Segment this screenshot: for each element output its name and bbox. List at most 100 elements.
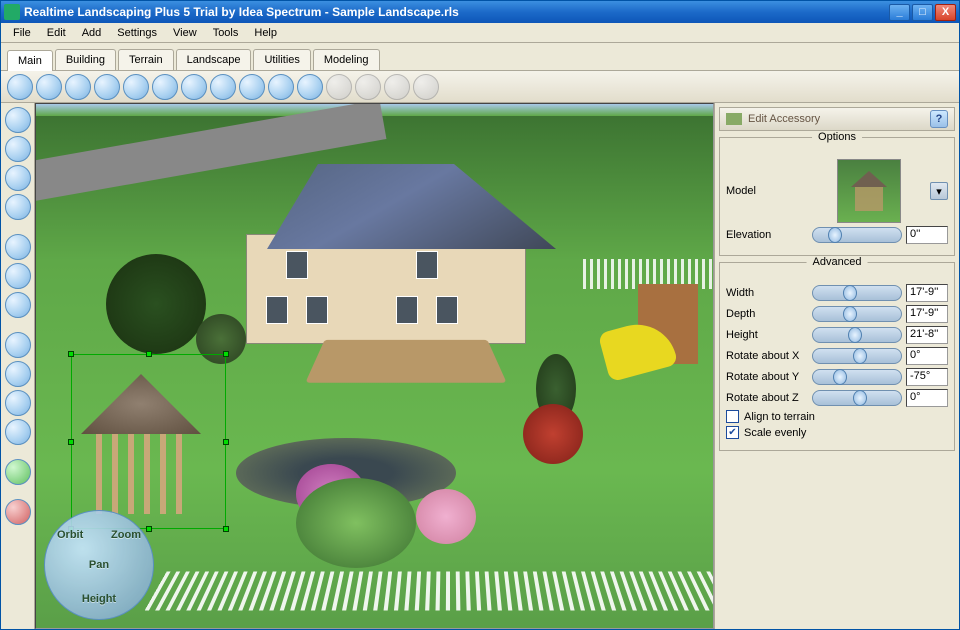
align-checkbox-row[interactable]: Align to terrain <box>726 410 948 423</box>
shape-tool[interactable] <box>5 292 31 318</box>
minimize-button[interactable]: _ <box>889 4 910 21</box>
rotx-label: Rotate about X <box>726 350 808 362</box>
app-icon <box>4 4 20 20</box>
nav-widget[interactable]: Orbit Zoom Pan Height <box>44 510 154 620</box>
depth-slider[interactable] <box>812 306 902 322</box>
options-legend: Options <box>812 131 862 143</box>
app-window: Realtime Landscaping Plus 5 Trial by Ide… <box>0 0 960 630</box>
titlebar: Realtime Landscaping Plus 5 Trial by Ide… <box>1 1 959 23</box>
nav-pan[interactable]: Pan <box>89 559 109 571</box>
rect-tool[interactable] <box>5 234 31 260</box>
help-button[interactable]: ? <box>930 110 948 128</box>
menubar: FileEditAddSettingsViewToolsHelp <box>1 23 959 43</box>
zoom-tool[interactable] <box>5 361 31 387</box>
height-slider[interactable] <box>812 327 902 343</box>
menu-edit[interactable]: Edit <box>39 25 74 41</box>
advanced-legend: Advanced <box>807 256 868 268</box>
paste-icon[interactable] <box>181 74 207 100</box>
mirror-icon[interactable] <box>297 74 323 100</box>
model-label: Model <box>726 185 808 197</box>
options-group: Options Model ▾ Elevation 0'' <box>719 137 955 256</box>
toolbar <box>1 71 959 103</box>
rotz-slider[interactable] <box>812 390 902 406</box>
undo-icon[interactable] <box>7 74 33 100</box>
align-checkbox[interactable] <box>726 410 739 423</box>
print-icon[interactable] <box>210 74 236 100</box>
rotz-label: Rotate about Z <box>726 392 808 404</box>
panel-title: Edit Accessory <box>748 113 820 125</box>
tool-palette <box>1 103 35 629</box>
roty-label: Rotate about Y <box>726 371 808 383</box>
tab-landscape[interactable]: Landscape <box>176 49 252 70</box>
hand-tool[interactable] <box>5 332 31 358</box>
green-tool[interactable] <box>5 459 31 485</box>
content-area: Orbit Zoom Pan Height Edit Accessory ? O… <box>1 103 959 629</box>
roty-value[interactable]: -75° <box>906 368 948 386</box>
scale-label: Scale evenly <box>744 427 806 439</box>
advanced-group: Advanced Width 17'-9'' Depth 17'-9'' Hei… <box>719 262 955 451</box>
disabled-2 <box>355 74 381 100</box>
width-value[interactable]: 17'-9'' <box>906 284 948 302</box>
tab-modeling[interactable]: Modeling <box>313 49 380 70</box>
selection-box[interactable] <box>71 354 226 529</box>
model-dropdown-button[interactable]: ▾ <box>930 182 948 200</box>
tab-terrain[interactable]: Terrain <box>118 49 174 70</box>
save-icon[interactable] <box>94 74 120 100</box>
menu-add[interactable]: Add <box>74 25 110 41</box>
depth-value[interactable]: 17'-9'' <box>906 305 948 323</box>
pointer-tool[interactable] <box>5 107 31 133</box>
maximize-button[interactable]: □ <box>912 4 933 21</box>
redo-icon[interactable] <box>36 74 62 100</box>
cut-icon[interactable] <box>123 74 149 100</box>
tab-building[interactable]: Building <box>55 49 116 70</box>
brush-icon[interactable] <box>268 74 294 100</box>
tab-main[interactable]: Main <box>7 50 53 71</box>
nav-height[interactable]: Height <box>82 593 116 605</box>
open-icon[interactable] <box>65 74 91 100</box>
tree <box>106 254 206 354</box>
pan-icon[interactable] <box>239 74 265 100</box>
rotx-slider[interactable] <box>812 348 902 364</box>
scale-checkbox-row[interactable]: ✔ Scale evenly <box>726 426 948 439</box>
fence-front <box>145 572 714 611</box>
menu-tools[interactable]: Tools <box>205 25 247 41</box>
width-slider[interactable] <box>812 285 902 301</box>
elevation-slider[interactable] <box>812 227 902 243</box>
disabled-4 <box>413 74 439 100</box>
disabled-1 <box>326 74 352 100</box>
close-button[interactable]: X <box>935 4 956 21</box>
elevation-value[interactable]: 0'' <box>906 226 948 244</box>
model-thumbnail[interactable] <box>837 159 901 223</box>
rotx-value[interactable]: 0° <box>906 347 948 365</box>
roty-slider[interactable] <box>812 369 902 385</box>
rotz-value[interactable]: 0° <box>906 389 948 407</box>
measure-tool[interactable] <box>5 390 31 416</box>
align-label: Align to terrain <box>744 411 815 423</box>
menu-help[interactable]: Help <box>246 25 285 41</box>
tab-utilities[interactable]: Utilities <box>253 49 310 70</box>
tabbar: MainBuildingTerrainLandscapeUtilitiesMod… <box>1 43 959 71</box>
3d-viewport[interactable]: Orbit Zoom Pan Height <box>35 103 714 629</box>
line-tool[interactable] <box>5 194 31 220</box>
panel-header: Edit Accessory ? <box>719 107 955 131</box>
curve-tool[interactable] <box>5 165 31 191</box>
nav-orbit[interactable]: Orbit <box>57 529 83 541</box>
depth-label: Depth <box>726 308 808 320</box>
menu-settings[interactable]: Settings <box>109 25 165 41</box>
width-label: Width <box>726 287 808 299</box>
height-label: Height <box>726 329 808 341</box>
link-tool[interactable] <box>5 419 31 445</box>
scale-checkbox[interactable]: ✔ <box>726 426 739 439</box>
menu-file[interactable]: File <box>5 25 39 41</box>
copy-icon[interactable] <box>152 74 178 100</box>
circle-tool[interactable] <box>5 263 31 289</box>
orbit-tool[interactable] <box>5 136 31 162</box>
tree <box>523 404 583 464</box>
tree <box>296 478 416 568</box>
accessory-icon <box>726 113 742 125</box>
height-value[interactable]: 21'-8'' <box>906 326 948 344</box>
red-tool[interactable] <box>5 499 31 525</box>
tree <box>416 489 476 544</box>
menu-view[interactable]: View <box>165 25 205 41</box>
nav-zoom[interactable]: Zoom <box>111 529 141 541</box>
